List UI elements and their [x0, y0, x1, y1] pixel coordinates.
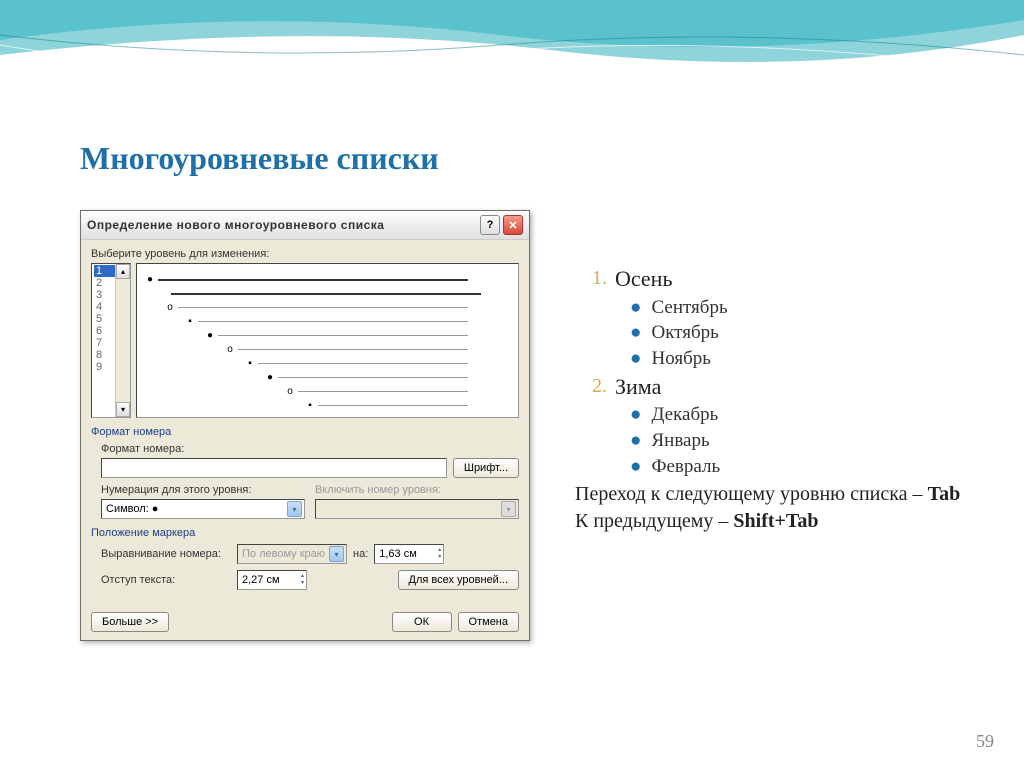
sublist-item: ● Ноябрь — [630, 347, 995, 372]
at-label: на: — [353, 548, 368, 560]
position-section-label: Положение маркера — [91, 527, 519, 539]
more-button[interactable]: Больше >> — [91, 612, 169, 632]
decorative-wave — [0, 0, 1024, 120]
indent-spinner[interactable]: 2,27 см ▴▾ — [237, 570, 307, 590]
example-list-panel: 1. Осень ● Сентябрь ● Октябрь ● Ноябрь 2. З… — [575, 265, 995, 533]
at-spinner[interactable]: 1,63 см ▴▾ — [374, 544, 444, 564]
list-number: 2. — [575, 373, 615, 402]
include-level-select: ▾ — [315, 499, 519, 519]
sublist-item: ● Октябрь — [630, 321, 995, 346]
level-select-label: Выберите уровень для изменения: — [91, 248, 519, 260]
chevron-down-icon: ▾ — [287, 501, 302, 517]
numbering-select[interactable]: Символ: ● ▾ — [101, 499, 305, 519]
scroll-up-button[interactable]: ▴ — [116, 264, 130, 279]
sublist-text: Февраль — [651, 455, 720, 480]
bullet-icon: ● — [630, 296, 641, 321]
bullet-icon: ● — [630, 429, 641, 454]
bullet-icon: ● — [630, 347, 641, 372]
include-level-label: Включить номер уровня: — [315, 484, 519, 496]
list-number: 1. — [575, 265, 615, 294]
sublist-text: Декабрь — [651, 403, 718, 428]
alignment-label: Выравнивание номера: — [101, 548, 231, 560]
scrollbar[interactable]: ▴ ▾ — [115, 264, 130, 417]
sublist-text: Январь — [651, 429, 709, 454]
sublist-item: ● Декабрь — [630, 403, 995, 428]
ok-button[interactable]: ОК — [392, 612, 452, 632]
slide-title: Многоуровневые списки — [80, 140, 439, 177]
scroll-down-button[interactable]: ▾ — [116, 402, 130, 417]
indent-value: 2,27 см — [242, 574, 280, 586]
help-button[interactable]: ? — [480, 215, 500, 235]
chevron-down-icon: ▾ — [329, 546, 344, 562]
list-item: 1. Осень — [575, 265, 995, 294]
level-listbox[interactable]: 1 2 3 4 5 6 7 8 9 ▴ ▾ — [91, 263, 131, 418]
format-number-label: Формат номера: — [101, 443, 519, 455]
chevron-down-icon: ▾ — [501, 501, 516, 517]
note-text: К предыдущему – Shift+Tab — [575, 510, 995, 533]
format-number-input[interactable] — [101, 458, 447, 478]
bullet-icon: ● — [630, 321, 641, 346]
dialog-title: Определение нового многоуровневого списк… — [87, 218, 384, 232]
page-number: 59 — [976, 731, 994, 752]
sublist-item: ● Февраль — [630, 455, 995, 480]
numbering-value: Символ: ● — [106, 503, 158, 515]
sublist-text: Ноябрь — [651, 347, 710, 372]
sublist-text: Сентябрь — [651, 296, 727, 321]
numbering-label: Нумерация для этого уровня: — [101, 484, 305, 496]
sublist-item: ● Январь — [630, 429, 995, 454]
cancel-button[interactable]: Отмена — [458, 612, 519, 632]
close-button[interactable]: ✕ — [503, 215, 523, 235]
sublist-text: Октябрь — [651, 321, 718, 346]
format-section-label: Формат номера — [91, 426, 519, 438]
list-preview: ● o ▪ ● o ▪ ● o ▪ — [136, 263, 519, 418]
dialog-titlebar: Определение нового многоуровневого списк… — [81, 211, 529, 240]
list-text: Осень — [615, 265, 673, 294]
multilevel-list-dialog: Определение нового многоуровневого списк… — [80, 210, 530, 641]
alignment-value: По левому краю — [242, 548, 325, 560]
indent-label: Отступ текста: — [101, 574, 231, 586]
sublist-item: ● Сентябрь — [630, 296, 995, 321]
all-levels-button[interactable]: Для всех уровней... — [398, 570, 520, 590]
bullet-icon: ● — [630, 455, 641, 480]
at-value: 1,63 см — [379, 548, 417, 560]
note-text: Переход к следующему уровню списка – Tab — [575, 483, 995, 506]
list-text: Зима — [615, 373, 661, 402]
alignment-select[interactable]: По левому краю ▾ — [237, 544, 347, 564]
bullet-icon: ● — [630, 403, 641, 428]
font-button[interactable]: Шрифт... — [453, 458, 519, 478]
list-item: 2. Зима — [575, 373, 995, 402]
